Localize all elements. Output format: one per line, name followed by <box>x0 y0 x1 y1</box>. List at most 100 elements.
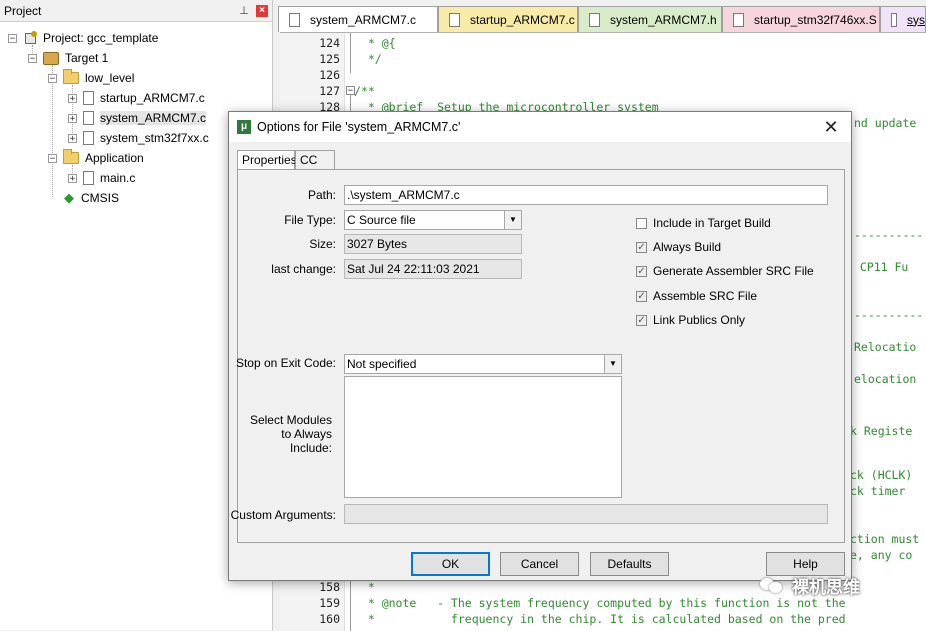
file-type-select[interactable]: C Source file ▼ <box>344 210 522 230</box>
checkbox-box[interactable] <box>636 217 647 229</box>
always-build-checkbox[interactable]: ✓ Always Build <box>636 240 721 254</box>
custom-arguments-label: Custom Arguments: <box>230 508 336 522</box>
tree-item-label: Target 1 <box>65 51 109 65</box>
tab-properties[interactable]: Properties <box>237 150 297 171</box>
expand-icon[interactable]: + <box>68 173 77 183</box>
file-icon <box>733 12 744 27</box>
chevron-down-icon[interactable]: ▼ <box>604 355 621 373</box>
fold-guide <box>350 33 351 73</box>
checkbox-label: Assemble SRC File <box>653 289 758 303</box>
expand-icon[interactable]: + <box>68 133 77 143</box>
options-dialog: μ Options for File 'system_ARMCM7.c' ✕ P… <box>228 111 852 581</box>
checkbox-label: Always Build <box>653 240 722 254</box>
pin-icon[interactable]: ⊥ <box>238 4 250 17</box>
checkbox-box[interactable]: ✓ <box>636 290 647 302</box>
collapse-icon[interactable]: − <box>8 33 17 43</box>
modules-listbox[interactable] <box>344 376 622 498</box>
link-publics-only-checkbox[interactable]: ✓ Link Publics Only <box>636 313 745 327</box>
tab-startup-stm32f746xx-s[interactable]: startup_stm32f746xx.S <box>722 6 880 32</box>
tree-item-group-low-level[interactable]: − low_level <box>48 68 134 88</box>
tree-item-file-selected[interactable]: + system_ARMCM7.c <box>68 108 207 128</box>
tab-label: startup_ARMCM7.c <box>470 12 575 27</box>
tree-item-label: startup_ARMCM7.c <box>100 91 205 105</box>
folder-icon <box>63 149 79 164</box>
tab-label: sys <box>907 12 925 27</box>
collapse-icon[interactable]: − <box>48 73 57 83</box>
include-in-target-build-checkbox[interactable]: Include in Target Build <box>636 216 771 230</box>
project-icon <box>23 31 37 45</box>
watermark: 裸机思维 <box>760 573 860 598</box>
code-fragment: ction must <box>850 532 920 546</box>
tree-item-file[interactable]: + main.c <box>68 168 135 188</box>
code-line: * @{ <box>354 36 396 50</box>
checkbox-label: Include in Target Build <box>653 216 771 230</box>
keil-app-icon: μ <box>237 120 251 134</box>
code-fragment: ---------- <box>854 308 924 322</box>
defaults-button[interactable]: Defaults <box>590 552 669 576</box>
close-icon[interactable]: × <box>256 4 268 17</box>
dialog-title: Options for File 'system_ARMCM7.c' <box>257 120 461 134</box>
code-fragment: ck (HCLK) <box>850 468 913 482</box>
code-line: * <box>354 580 375 594</box>
tab-startup-armcm7-c[interactable]: startup_ARMCM7.c <box>438 6 578 32</box>
line-number: 159 <box>319 596 340 610</box>
target-icon <box>43 51 59 65</box>
dialog-close-button[interactable]: ✕ <box>811 112 851 142</box>
tree-item-label: Application <box>85 151 144 165</box>
expand-icon[interactable]: + <box>68 113 77 123</box>
code-fragment: e, any co <box>850 548 913 562</box>
tree-item-target[interactable]: − Target 1 <box>28 48 108 68</box>
tab-system-armcm7-h[interactable]: system_ARMCM7.h <box>578 6 722 32</box>
file-icon <box>891 12 897 27</box>
code-fragment: k Registe <box>850 424 913 438</box>
generate-assembler-src-checkbox[interactable]: ✓ Generate Assembler SRC File <box>636 264 814 278</box>
file-icon <box>83 131 94 145</box>
cancel-button[interactable]: Cancel <box>500 552 579 576</box>
stop-on-exit-value: Not specified <box>347 357 417 371</box>
line-number: 127 <box>319 84 340 98</box>
size-label: Size: <box>309 237 336 251</box>
tree-item-file[interactable]: + system_stm32f7xx.c <box>68 128 209 148</box>
checkbox-box[interactable]: ✓ <box>636 241 647 253</box>
tab-label: CC <box>300 153 318 167</box>
tab-system-armcm7-c[interactable]: system_ARMCM7.c <box>278 6 438 32</box>
expand-icon[interactable]: + <box>68 93 77 103</box>
tab-cc[interactable]: CC <box>295 150 335 170</box>
stop-on-exit-select[interactable]: Not specified ▼ <box>344 354 622 374</box>
code-line: /** <box>354 84 375 98</box>
checkbox-label: Generate Assembler SRC File <box>653 264 814 278</box>
watermark-text: 裸机思维 <box>792 578 860 597</box>
file-icon <box>289 12 300 27</box>
custom-arguments-field[interactable] <box>344 504 828 524</box>
ok-button[interactable]: OK <box>411 552 490 576</box>
wechat-icon <box>760 576 784 596</box>
line-number: 126 <box>319 68 340 82</box>
chevron-down-icon[interactable]: ▼ <box>504 211 521 229</box>
code-fragment: ck timer <box>850 484 906 498</box>
checkbox-box[interactable]: ✓ <box>636 265 647 277</box>
tab-overflow[interactable]: sys <box>880 6 926 32</box>
checkbox-box[interactable]: ✓ <box>636 314 647 326</box>
tree-item-group-application[interactable]: − Application <box>48 148 144 168</box>
size-value: 3027 Bytes <box>344 234 522 254</box>
code-fragment: nd update <box>854 116 917 130</box>
select-modules-label-line: to Always <box>281 427 332 441</box>
file-type-value: C Source file <box>347 213 416 227</box>
line-number: 160 <box>319 612 340 626</box>
code-line: */ <box>354 52 382 66</box>
properties-panel: Path: .\system_ARMCM7.c File Type: C Sou… <box>231 169 845 543</box>
checkbox-label: Link Publics Only <box>653 313 746 327</box>
dialog-titlebar[interactable]: μ Options for File 'system_ARMCM7.c' ✕ <box>229 112 851 142</box>
assemble-src-checkbox[interactable]: ✓ Assemble SRC File <box>636 289 757 303</box>
path-field[interactable]: .\system_ARMCM7.c <box>344 185 828 205</box>
tree-item-project[interactable]: − Project: gcc_template <box>8 28 158 48</box>
fold-collapse-icon[interactable]: − <box>346 86 355 96</box>
file-icon <box>449 12 460 27</box>
tree-item-cmsis[interactable]: ◆ CMSIS <box>48 188 119 208</box>
collapse-icon[interactable]: − <box>28 53 37 63</box>
collapse-icon[interactable]: − <box>48 153 57 163</box>
tree-item-file[interactable]: + startup_ARMCM7.c <box>68 88 205 108</box>
code-fragment: Relocatio <box>854 340 917 354</box>
tab-label: system_ARMCM7.h <box>610 12 717 27</box>
tree-item-label: system_stm32f7xx.c <box>100 131 209 145</box>
